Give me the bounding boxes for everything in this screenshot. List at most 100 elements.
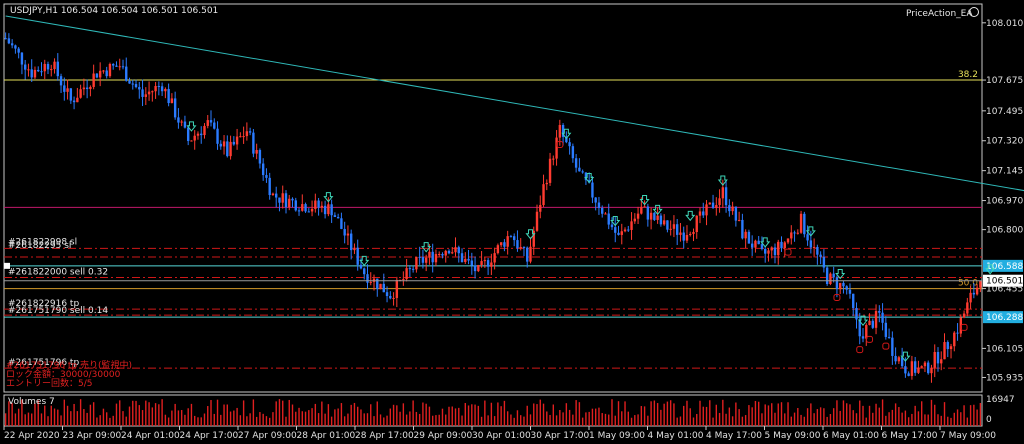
candle-body [731,206,734,212]
candle-body [441,253,444,256]
candle-body [82,87,86,90]
candle-body [744,231,747,239]
x-tick-label: 4 May 01:00 [648,431,704,441]
candle-body [832,273,835,278]
candle-body [848,289,852,294]
candle-body [773,247,777,256]
candle-body [852,293,855,309]
candle-body [37,69,40,72]
volume-max-label: 16947 [986,395,1015,405]
x-tick-label: 24 Apr 01:00 [121,431,180,441]
candle-body [467,258,470,261]
candle-body [258,150,262,164]
candle-body [121,66,125,68]
candle-body [711,202,715,208]
x-tick-label: 22 Apr 2020 [4,431,60,441]
candle-body [633,218,637,222]
candle-body [14,45,17,49]
candle-body [496,245,500,254]
candle-body [643,206,646,208]
candle-body [861,336,865,339]
candle-body [764,248,767,254]
candle-body [630,221,633,230]
candle-body [242,136,245,138]
candle-body [379,283,382,290]
candle-body [46,63,50,70]
candle-body [506,236,509,247]
candle-body [682,232,685,241]
candle-body [803,213,806,235]
candle-body [278,197,281,203]
candle-body [767,250,770,254]
candle-body [314,200,317,209]
candle-body [376,278,379,290]
candle-body [395,279,399,298]
candle-body [271,193,275,196]
volume-min-label: 0 [986,415,992,425]
candle-body [320,205,324,208]
candle-body [245,131,249,137]
candle-body [614,227,617,233]
price-chart[interactable]: USDJPY,H1 106.504 106.504 106.501 106.50… [0,0,1024,444]
candle-body [542,184,545,206]
candle-body [679,232,682,235]
candle-body [63,85,66,92]
candle-body [692,232,695,234]
candle-body [499,242,503,246]
candle-body [741,219,744,239]
candle-body [307,211,311,213]
candle-body [526,247,529,262]
price-tag-label: 106.588 [986,262,1023,272]
candle-body [118,66,121,68]
candle-body [904,366,907,374]
trendline [5,15,1024,192]
candle-body [193,135,196,141]
x-tick-label: 28 Apr 01:00 [297,431,356,441]
candle-body [535,211,539,231]
candle-body [747,231,751,244]
candle-body [213,122,216,129]
candle-body [920,366,923,368]
candle-body [946,342,949,350]
candle-body [512,236,516,241]
x-tick-label: 28 Apr 17:00 [355,431,414,441]
x-tick-label: 6 May 01:00 [823,431,879,441]
candle-body [89,86,92,90]
candle-body [457,247,460,254]
candle-body [838,282,842,290]
symbol-header: USDJPY,H1 106.504 106.504 106.501 106.50… [10,6,218,16]
x-tick-label: 24 Apr 17:00 [180,431,239,441]
x-tick-label: 6 May 17:00 [882,431,938,441]
x-tick-label: 30 Apr 17:00 [531,431,590,441]
candle-body [346,233,350,236]
candle-body [698,211,702,216]
candle-body [754,240,757,248]
candle-body [451,252,454,254]
y-tick-label: 107.320 [986,137,1023,147]
candle-body [486,260,490,267]
candle-body [913,361,917,373]
ea-name: PriceAction_EA [906,9,973,19]
candle-body [591,182,594,198]
candle-body [809,240,813,248]
candle-body [702,211,705,216]
candle-body [17,48,20,53]
candle-body [112,63,115,66]
trade-label: #261751790 sell 0.14 [8,306,108,316]
candle-body [128,80,131,84]
candle-body [653,212,656,220]
candle-body [424,257,428,263]
candle-body [874,311,878,328]
candle-body [444,250,447,256]
candle-body [141,89,144,97]
candle-body [917,367,920,373]
candle-body [695,215,698,233]
candle-body [940,359,943,364]
candle-body [261,163,265,176]
candle-body [392,297,395,299]
candle-body [434,254,438,263]
candle-body [943,342,946,360]
y-tick-label: 106.800 [986,226,1023,236]
candle-body [715,205,718,208]
candle-body [907,373,910,376]
